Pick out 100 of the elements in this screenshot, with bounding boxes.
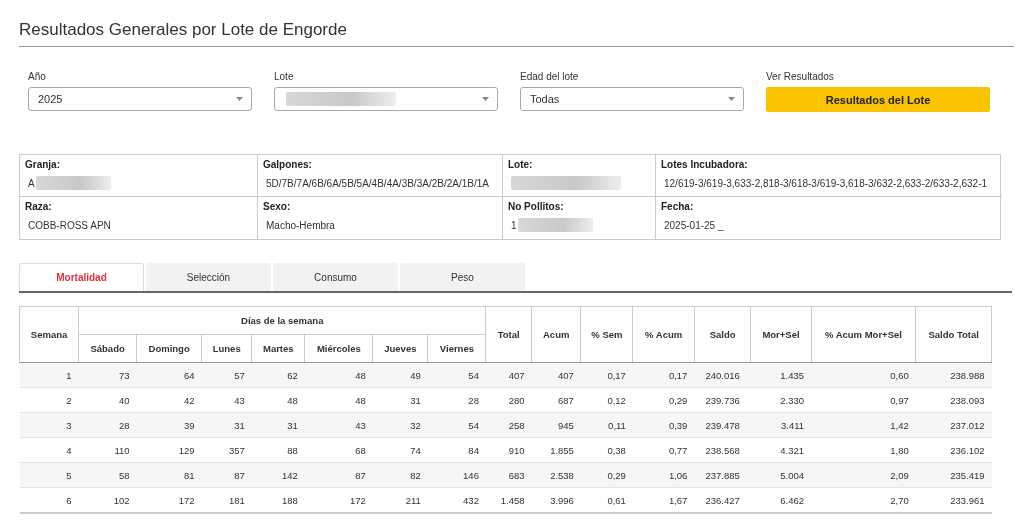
table-cell: 687	[531, 387, 581, 413]
table-cell: 2	[19, 387, 79, 413]
column-header: % Acum Mor+Sel	[811, 306, 916, 363]
table-cell: 0,60	[811, 362, 916, 388]
table-cell: 0,11	[580, 412, 633, 438]
table-cell: 3	[19, 412, 79, 438]
table-cell: 238.568	[694, 437, 751, 463]
table-cell: 0,97	[811, 387, 916, 413]
table-cell: 181	[201, 487, 252, 513]
column-header: Total	[485, 306, 532, 363]
column-header: Domingo	[136, 334, 202, 363]
table-cell: 49	[372, 362, 428, 388]
table-cell: 88	[251, 437, 305, 463]
tab[interactable]: Mortalidad	[19, 263, 144, 291]
table-cell: 43	[201, 387, 252, 413]
table-cell: 57	[201, 362, 252, 388]
table-cell: 2,70	[811, 487, 916, 513]
table-cell: 68	[304, 437, 373, 463]
results-button[interactable]: Resultados del Lote	[766, 87, 990, 112]
column-header: Acum	[531, 306, 581, 363]
table-cell: 235.419	[915, 462, 992, 488]
field-label: Edad del lote	[520, 71, 580, 82]
tab[interactable]: Selección	[146, 263, 271, 291]
table-cell: 5	[19, 462, 79, 488]
column-header: Lunes	[201, 334, 252, 363]
select-field[interactable]: Todas	[520, 87, 744, 111]
table-cell: 39	[136, 412, 202, 438]
table-cell: 407	[531, 362, 581, 388]
table-cell: 0,17	[580, 362, 633, 388]
table-cell: 0,12	[580, 387, 633, 413]
table-cell: 0,77	[632, 437, 695, 463]
table-cell: 5.004	[750, 462, 812, 488]
column-header: % Sem	[580, 306, 633, 363]
table-cell: 6	[19, 487, 79, 513]
table-cell: 407	[485, 362, 532, 388]
table-cell: 4	[19, 437, 79, 463]
table-cell: 2.330	[750, 387, 812, 413]
info-value: A	[28, 177, 35, 189]
table-cell: 1,80	[811, 437, 916, 463]
table-cell: 237.012	[915, 412, 992, 438]
info-label: Lote:	[508, 159, 534, 170]
page-title: Resultados Generales por Lote de Engorde	[19, 20, 347, 41]
table-cell: 945	[531, 412, 581, 438]
table-cell: 236.427	[694, 487, 751, 513]
info-label: Sexo:	[263, 201, 292, 212]
table-cell: 0,29	[632, 387, 695, 413]
table-cell: 31	[251, 412, 305, 438]
table-cell: 102	[78, 487, 137, 513]
table-cell: 237.885	[694, 462, 751, 488]
table-cell: 188	[251, 487, 305, 513]
table-cell: 1,67	[632, 487, 695, 513]
table-cell: 81	[136, 462, 202, 488]
table-cell: 73	[78, 362, 137, 388]
caret-icon	[482, 97, 489, 101]
table-cell: 1.435	[750, 362, 812, 388]
table-cell: 62	[251, 362, 305, 388]
table-cell: 0,38	[580, 437, 633, 463]
table-cell: 1,42	[811, 412, 916, 438]
table-cell: 6.462	[750, 487, 812, 513]
column-header: Semana	[19, 306, 79, 363]
table-cell: 0,17	[632, 362, 695, 388]
info-label: Raza:	[25, 201, 53, 212]
info-label: Lotes Incubadora:	[661, 159, 749, 170]
table-cell: 1.855	[531, 437, 581, 463]
select-field[interactable]: 2025	[28, 87, 252, 111]
table-cell: 357	[201, 437, 252, 463]
table-cell: 87	[304, 462, 373, 488]
table-cell: 211	[372, 487, 428, 513]
column-header: Martes	[251, 334, 305, 363]
table-cell: 1.458	[485, 487, 532, 513]
table-cell: 2.538	[531, 462, 581, 488]
table-cell: 280	[485, 387, 532, 413]
column-header: Jueves	[372, 334, 428, 363]
table-cell: 1	[19, 362, 79, 388]
table-cell: 3.996	[531, 487, 581, 513]
table-cell: 82	[372, 462, 428, 488]
table-cell: 28	[427, 387, 486, 413]
field-label: Ver Resultados	[766, 71, 835, 82]
table-cell: 3.411	[750, 412, 812, 438]
info-value: Macho-Hembra	[266, 219, 335, 231]
caret-icon	[728, 97, 735, 101]
table-cell: 42	[136, 387, 202, 413]
table-cell: 146	[427, 462, 486, 488]
tab[interactable]: Peso	[400, 263, 525, 291]
table-cell: 58	[78, 462, 137, 488]
table-cell: 0,61	[580, 487, 633, 513]
table-cell: 238.988	[915, 362, 992, 388]
table-cell: 238.093	[915, 387, 992, 413]
info-label: Granja:	[25, 159, 61, 170]
tab[interactable]: Consumo	[273, 263, 398, 291]
table-cell: 240.016	[694, 362, 751, 388]
table-cell: 48	[304, 362, 373, 388]
info-value: 2025-01-25 _	[664, 219, 724, 231]
table-cell: 910	[485, 437, 532, 463]
table-cell: 28	[78, 412, 137, 438]
table-cell: 0,29	[580, 462, 633, 488]
table-cell: 172	[136, 487, 202, 513]
table-cell: 87	[201, 462, 252, 488]
table-cell: 0,39	[632, 412, 695, 438]
select-field[interactable]	[274, 87, 498, 111]
